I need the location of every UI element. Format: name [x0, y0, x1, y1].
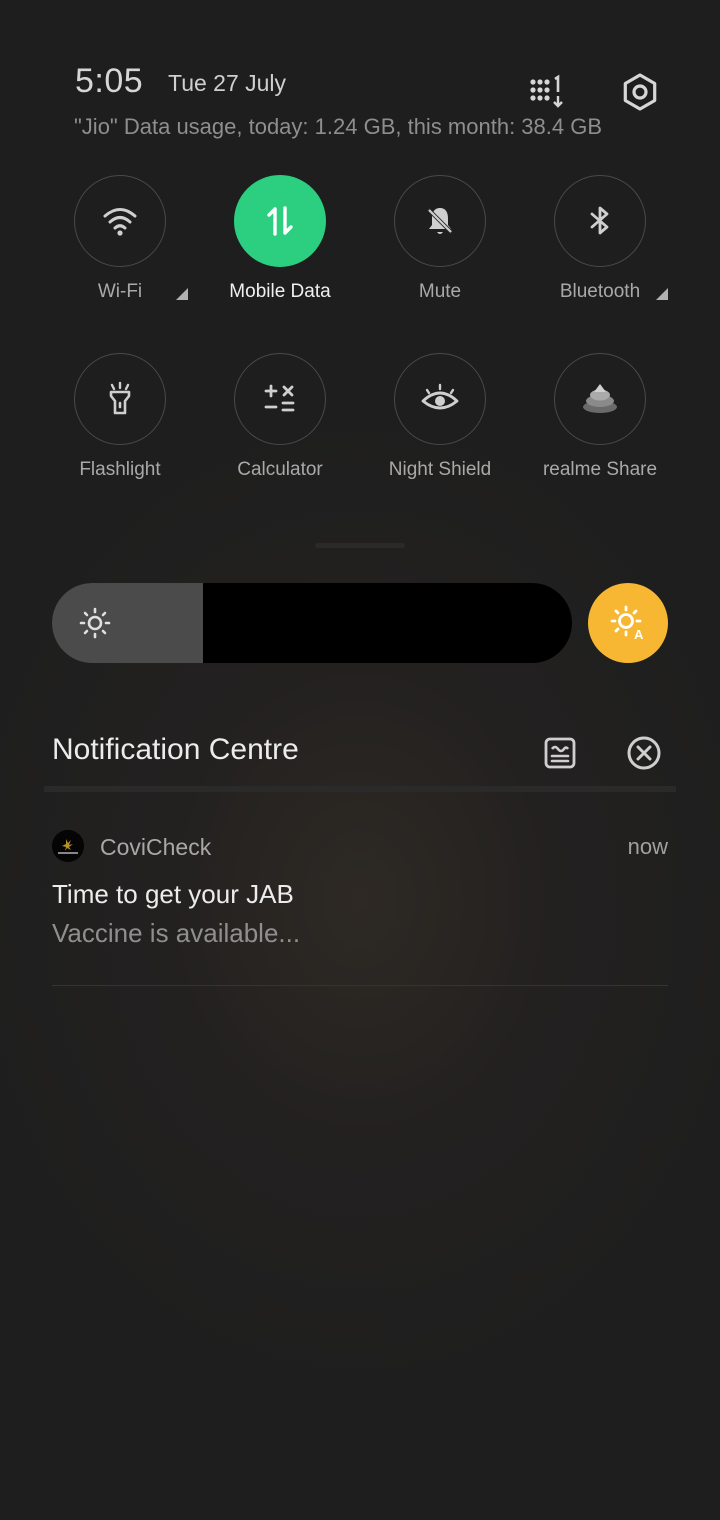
- auto-brightness-icon: A: [610, 605, 644, 641]
- clock-time[interactable]: 5:05: [75, 62, 143, 101]
- mobile-data-icon: [267, 206, 293, 236]
- realme-share-toggle[interactable]: [554, 353, 646, 445]
- panel-drag-handle[interactable]: [315, 543, 405, 548]
- bell-off-icon: [426, 207, 454, 235]
- tile-mute[interactable]: Mute: [360, 175, 520, 325]
- tile-label-wifi: Wi-Fi: [97, 281, 143, 302]
- date-label[interactable]: Tue 27 July: [168, 70, 286, 97]
- covicheck-app-icon: [52, 830, 84, 862]
- manage-notifications-icon[interactable]: [540, 733, 580, 773]
- tile-label-mobile-data: Mobile Data: [229, 281, 331, 302]
- bluetooth-expand-icon[interactable]: [656, 288, 668, 300]
- wifi-icon: [103, 208, 137, 236]
- notification-app-name[interactable]: CoviCheck: [100, 834, 211, 861]
- tile-label-mute: Mute: [418, 281, 462, 302]
- data-usage-text[interactable]: "Jio" Data usage, today: 1.24 GB, this m…: [74, 114, 602, 140]
- notification-time: now: [627, 834, 668, 859]
- notification-centre-title: Notification Centre: [52, 733, 299, 766]
- tile-calculator[interactable]: Calculator: [200, 353, 360, 503]
- tile-flashlight[interactable]: Flashlight: [40, 353, 200, 503]
- auto-brightness-button[interactable]: A: [588, 583, 668, 663]
- tile-wifi[interactable]: Wi-Fi: [40, 175, 200, 325]
- tile-mobile-data[interactable]: Mobile Data: [200, 175, 360, 325]
- mobile-data-toggle[interactable]: [234, 175, 326, 267]
- tile-label-flashlight: Flashlight: [79, 459, 161, 480]
- dial-grid-icon[interactable]: [526, 72, 566, 112]
- tile-night-shield[interactable]: Night Shield: [360, 353, 520, 503]
- tile-label-night-shield: Night Shield: [388, 459, 492, 480]
- flashlight-icon: [109, 381, 131, 415]
- tile-label-bluetooth: Bluetooth: [559, 281, 641, 302]
- tile-bluetooth[interactable]: Bluetooth: [520, 175, 680, 325]
- tile-label-calculator: Calculator: [237, 459, 323, 480]
- section-divider: [44, 786, 676, 792]
- bluetooth-toggle[interactable]: [554, 175, 646, 267]
- notification-title[interactable]: Time to get your JAB: [52, 879, 294, 910]
- flashlight-toggle[interactable]: [74, 353, 166, 445]
- realme-share-icon: [583, 384, 617, 413]
- night-shield-toggle[interactable]: [394, 353, 486, 445]
- mute-toggle[interactable]: [394, 175, 486, 267]
- calculator-icon: [264, 384, 295, 412]
- bluetooth-icon: [590, 206, 609, 235]
- brightness-icon: [78, 606, 112, 640]
- notification-body[interactable]: Vaccine is available...: [52, 918, 300, 949]
- wifi-expand-icon[interactable]: [176, 288, 188, 300]
- brightness-level-fill: [52, 583, 203, 663]
- notification-separator: [52, 985, 668, 986]
- calculator-button[interactable]: [234, 353, 326, 445]
- wifi-toggle[interactable]: [74, 175, 166, 267]
- brightness-slider[interactable]: [52, 583, 572, 663]
- tile-label-realme-share: realme Share: [542, 459, 658, 480]
- eye-icon: [421, 383, 459, 410]
- svg-text:A: A: [634, 627, 644, 641]
- tile-realme-share[interactable]: realme Share: [520, 353, 680, 503]
- settings-icon[interactable]: [620, 72, 660, 112]
- clear-all-icon[interactable]: [624, 733, 664, 773]
